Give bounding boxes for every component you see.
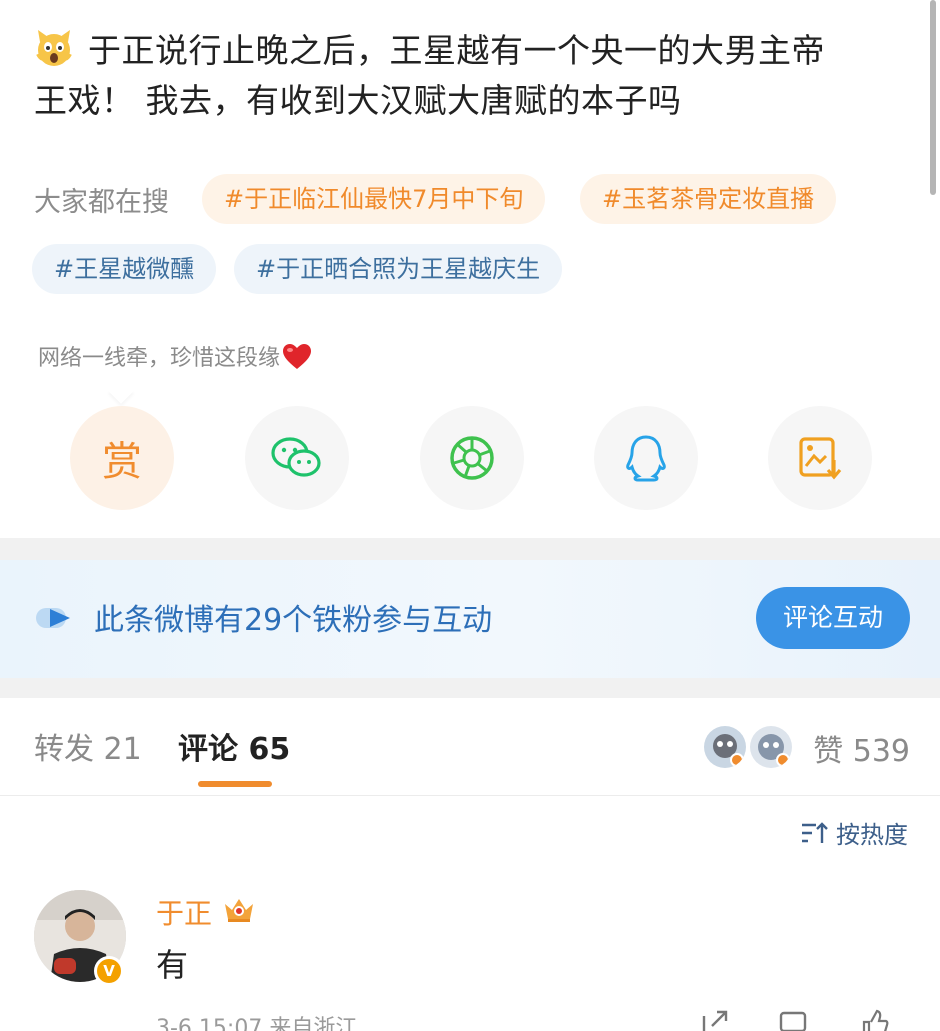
moments-share-button[interactable]: [420, 406, 524, 510]
share-comment-icon[interactable]: [700, 1008, 730, 1031]
wechat-share-button[interactable]: [245, 406, 349, 510]
qq-icon: [626, 435, 666, 482]
post-text: 于正说行止晚之后，王星越有一个央一的大男主帝 王戏！ 我去，有收到大汉赋大唐赋的…: [34, 26, 914, 126]
wechat-icon: [271, 437, 321, 477]
section-divider: [0, 538, 940, 560]
qq-share-button[interactable]: [594, 406, 698, 510]
fan-interaction-text: 此条微博有29个铁粉参与互动: [94, 603, 493, 638]
sort-icon: [802, 821, 828, 843]
reply-icon[interactable]: [778, 1008, 808, 1031]
post-text-line-1: 于正说行止晚之后，王星越有一个央一的大男主帝: [88, 31, 825, 70]
topic-chip-2[interactable]: #玉茗茶骨定妆直播: [580, 174, 837, 224]
save-image-button[interactable]: [768, 406, 872, 510]
verified-badge-icon: V: [94, 956, 124, 986]
post-line-1: 于正说行止晚之后，王星越有一个央一的大男主帝: [34, 26, 914, 76]
tab-repost[interactable]: 转发 21: [34, 724, 142, 768]
sort-button[interactable]: 按热度: [800, 815, 908, 850]
like-comment-icon[interactable]: [860, 1008, 890, 1031]
scream-emoji-icon: [36, 30, 72, 66]
tab-comments[interactable]: 评论 65: [178, 724, 290, 768]
comment-text: 有: [156, 946, 189, 984]
comment-meta: 3-6 15:07 来自浙江: [156, 1016, 358, 1031]
tabs-divider: [0, 795, 940, 796]
comment-author[interactable]: 于正: [156, 892, 212, 932]
sort-label: 按热度: [836, 821, 908, 849]
reward-button[interactable]: 赏: [70, 406, 174, 510]
fan-toggle-icon: [36, 608, 70, 628]
moments-icon: [450, 436, 494, 480]
post-text-line-2: 王戏！ 我去，有收到大汉赋大唐赋的本子吗: [34, 81, 682, 120]
liker-avatar-2[interactable]: [750, 726, 792, 768]
liker-avatar-1[interactable]: [704, 726, 746, 768]
comment-interact-button[interactable]: 评论互动: [756, 587, 910, 649]
reward-bubble: 网络一线牵，珍惜这段缘: [30, 334, 321, 384]
section-divider-2: [0, 678, 940, 698]
bubble-text: 网络一线牵，珍惜这段缘: [38, 346, 281, 371]
fan-interaction-bar: 此条微博有29个铁粉参与互动 评论互动: [0, 560, 940, 678]
tab-indicator: [198, 781, 272, 787]
heart-icon: [283, 344, 312, 369]
hot-search-label: 大家都在搜: [34, 187, 169, 218]
topic-chip-1[interactable]: #于正临江仙最快7月中下旬: [202, 174, 546, 224]
crown-badge-icon: [225, 899, 253, 922]
topic-chip-4[interactable]: #于正晒合照为王星越庆生: [234, 244, 563, 294]
save-image-icon: [799, 437, 842, 480]
scrollbar[interactable]: [930, 0, 936, 195]
tab-likes[interactable]: 赞 539: [813, 726, 910, 770]
topic-chip-3[interactable]: #王星越微醺: [32, 244, 217, 294]
reward-icon: 赏: [102, 439, 142, 485]
